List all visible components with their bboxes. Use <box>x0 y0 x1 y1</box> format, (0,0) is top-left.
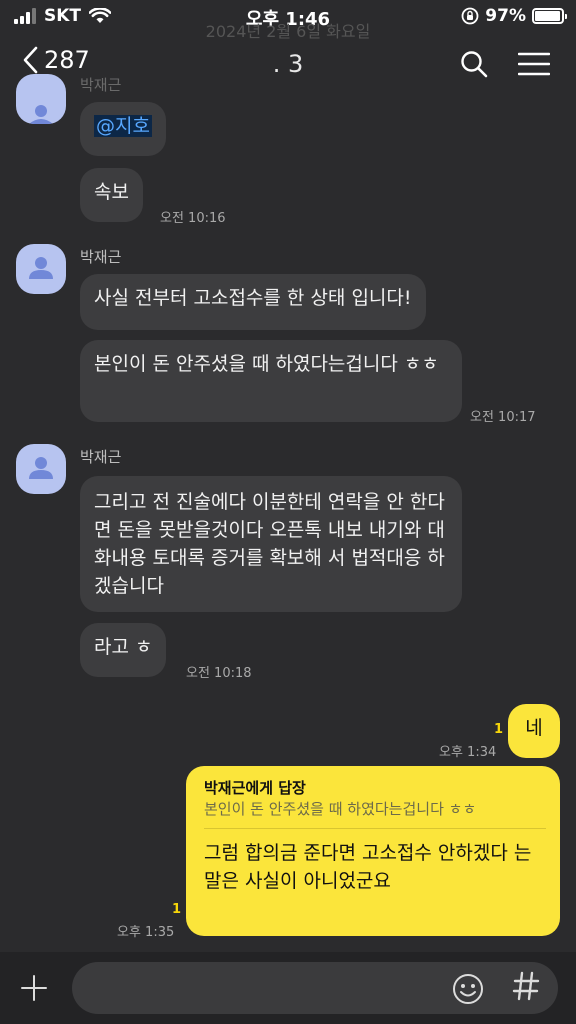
unread-count: 1 <box>494 722 504 737</box>
avatar[interactable] <box>16 74 66 124</box>
message-bubble[interactable]: @지호 <box>80 102 166 156</box>
unread-count: 1 <box>172 902 182 917</box>
sender-name: 박재근 <box>80 248 122 266</box>
header-actions <box>460 50 550 78</box>
message-bubble[interactable]: 속보 <box>80 168 143 222</box>
message-bubble[interactable]: 본인이 돈 안주셨을 때 하였다는겁니다 ㅎㅎ <box>80 340 462 422</box>
avatar-person-icon <box>29 257 53 279</box>
message-time: 오전 10:16 <box>160 211 226 226</box>
avatar-person-icon <box>29 457 53 479</box>
sender-name: 박재근 <box>80 448 122 466</box>
sender-name: 박재근 <box>80 76 122 94</box>
emoji-icon[interactable] <box>452 973 484 1005</box>
reply-to-label: 박재근에게 답장 <box>204 779 306 797</box>
message-bubble[interactable]: 라고 ㅎ <box>80 623 167 677</box>
reply-divider <box>204 828 546 829</box>
message-time: 오전 10:18 <box>186 666 252 681</box>
search-icon[interactable] <box>460 50 488 78</box>
message-bubble[interactable]: 그리고 전 진술에다 이분한테 연락을 안 한다면 돈을 못받을것이다 오픈톡 … <box>80 476 462 612</box>
message-bubble[interactable]: 사실 전부터 고소접수를 한 상태 입니다! <box>80 274 426 330</box>
input-bar <box>0 952 576 1024</box>
message-time: 오후 1:34 <box>439 745 497 760</box>
date-divider: 2024년 2월 6일 화요일 <box>205 22 371 41</box>
message-time: 오후 1:35 <box>117 925 175 940</box>
avatar-person-icon <box>29 105 53 124</box>
message-input[interactable] <box>72 962 558 1014</box>
mention-tag[interactable]: @지호 <box>94 115 152 137</box>
reply-quote[interactable]: 본인이 돈 안주셨을 때 하였다는겁니다 ㅎㅎ <box>204 798 546 820</box>
my-message-bubble[interactable]: 네 <box>508 704 560 758</box>
avatar[interactable] <box>16 444 66 494</box>
avatar[interactable] <box>16 244 66 294</box>
plus-icon[interactable] <box>20 974 48 1002</box>
reply-body: 그럼 합의금 준다면 고소접수 안하겠다 는 말은 사실이 아니었군요 <box>204 842 532 892</box>
message-time: 오전 10:17 <box>470 410 536 425</box>
reply-message-bubble[interactable]: 박재근에게 답장 본인이 돈 안주셨을 때 하였다는겁니다 ㅎㅎ 그럼 합의금 … <box>186 766 560 936</box>
menu-icon[interactable] <box>518 52 550 76</box>
hash-icon[interactable] <box>512 970 540 1002</box>
